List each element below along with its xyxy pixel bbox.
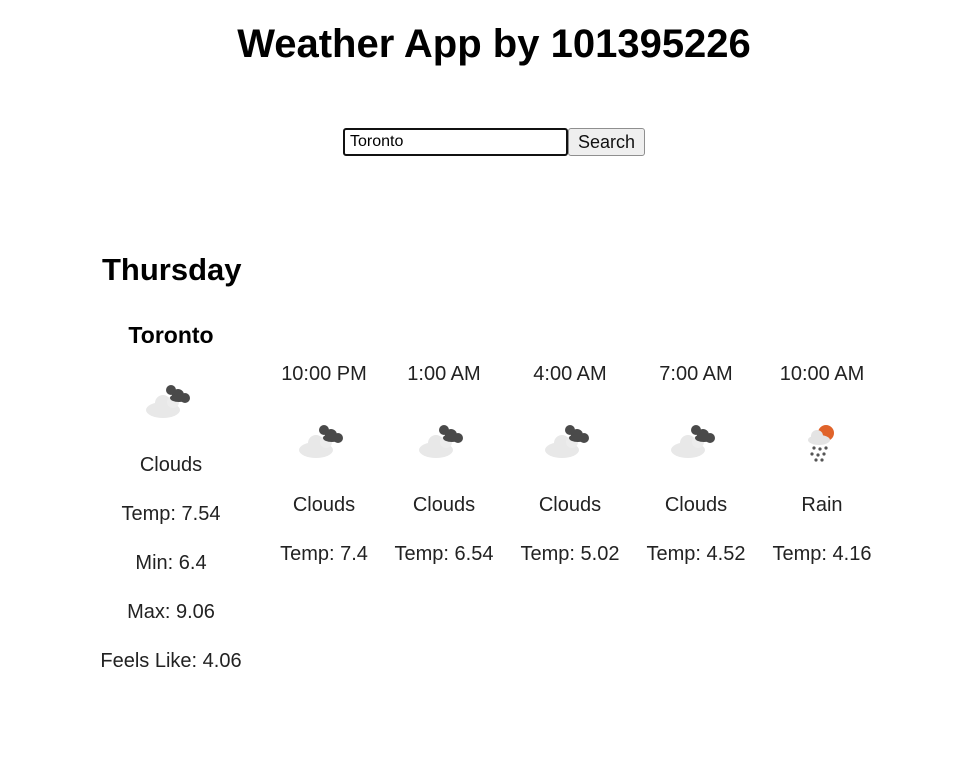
forecast-item: 10:00 PM Clouds Temp: 7.4: [269, 356, 379, 579]
forecast-temp: Temp: 5.02: [520, 543, 620, 565]
search-bar: Search: [343, 128, 645, 156]
forecast-description: Clouds: [292, 494, 356, 516]
forecast-temp: Temp: 6.54: [394, 543, 494, 565]
clouds-icon: [146, 385, 190, 418]
forecast-temp: Temp: 4.52: [646, 543, 746, 565]
forecast-description: Clouds: [412, 494, 476, 516]
clouds-icon: [545, 425, 589, 458]
clouds-icon: [671, 425, 715, 458]
page-title: Weather App by 101395226: [237, 22, 751, 66]
weather-page: Weather App by 101395226 Search Thursday…: [0, 0, 967, 762]
search-button[interactable]: Search: [568, 128, 645, 156]
current-feels-like: Feels Like: 4.06: [100, 650, 242, 672]
forecast-time: 1:00 AM: [407, 363, 481, 385]
forecast-temp: Temp: 7.4: [280, 543, 368, 565]
forecast-temp: Temp: 4.16: [772, 543, 872, 565]
forecast-item: 4:00 AM Clouds Temp: 5.02: [515, 356, 625, 579]
forecast-time: 4:00 AM: [533, 363, 607, 385]
forecast-item: 1:00 AM Clouds Temp: 6.54: [389, 356, 499, 579]
current-weather: Toronto Clouds Temp: 7.54 Min: 6.4 Max: …: [96, 318, 246, 686]
city-name: Toronto: [128, 322, 214, 348]
search-input[interactable]: [343, 128, 568, 156]
forecast-time: 7:00 AM: [659, 363, 733, 385]
current-max: Max: 9.06: [127, 601, 215, 623]
day-heading: Thursday: [102, 252, 242, 287]
clouds-icon: [419, 425, 463, 458]
forecast-description: Rain: [801, 494, 843, 516]
current-min: Min: 6.4: [135, 552, 207, 574]
forecast-item: 7:00 AM Clouds Temp: 4.52: [641, 356, 751, 579]
forecast-description: Clouds: [538, 494, 602, 516]
current-temp: Temp: 7.54: [121, 503, 221, 525]
current-description: Clouds: [139, 454, 203, 476]
rain-icon: [808, 425, 834, 462]
forecast-description: Clouds: [664, 494, 728, 516]
forecast-time: 10:00 AM: [779, 363, 865, 385]
forecast-item: 10:00 AM Rain Temp: 4.16: [767, 356, 877, 579]
clouds-icon: [299, 425, 343, 458]
forecast-time: 10:00 PM: [281, 363, 367, 385]
